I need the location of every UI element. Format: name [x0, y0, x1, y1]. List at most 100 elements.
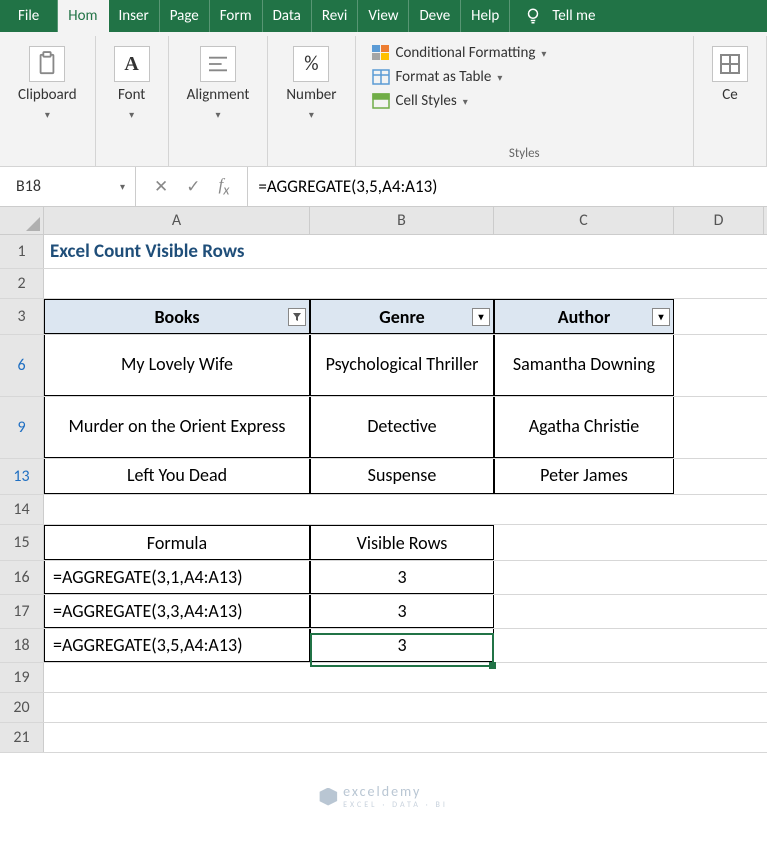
tab-home[interactable]: Hom [58, 0, 108, 32]
row-header[interactable]: 9 [0, 397, 44, 458]
cell[interactable] [44, 723, 310, 752]
cell[interactable]: Excel Count Visible Rows [44, 235, 310, 268]
cell[interactable] [310, 693, 494, 722]
row-header[interactable]: 16 [0, 561, 44, 594]
cell[interactable] [674, 335, 764, 396]
row-header[interactable]: 18 [0, 629, 44, 662]
format-as-table-button[interactable]: Format as Table ▾ [372, 68, 547, 86]
col-header-C[interactable]: C [494, 207, 674, 234]
tab-review[interactable]: Revi [312, 0, 359, 32]
cell[interactable] [310, 495, 494, 524]
number-button[interactable]: % Number ▾ [278, 42, 344, 125]
cell[interactable]: =AGGREGATE(3,3,A4:A13) [44, 595, 310, 628]
cell[interactable]: Left You Dead [44, 459, 310, 494]
filter-dropdown-icon[interactable]: ▾ [472, 308, 490, 326]
cell[interactable] [674, 561, 764, 594]
cell[interactable] [674, 299, 764, 334]
table-header-books[interactable]: Books [44, 299, 310, 334]
cell[interactable]: Agatha Christie [494, 397, 674, 458]
cell[interactable] [494, 595, 674, 628]
tab-developer[interactable]: Deve [409, 0, 461, 32]
cell[interactable] [494, 693, 674, 722]
cell[interactable] [310, 269, 494, 298]
insert-function-button[interactable]: fx [219, 175, 230, 198]
cell[interactable] [44, 693, 310, 722]
cell[interactable] [494, 235, 674, 268]
row-header[interactable]: 3 [0, 299, 44, 334]
cell[interactable]: Psychological Thriller [310, 335, 494, 396]
cell[interactable] [494, 561, 674, 594]
cell[interactable] [44, 269, 310, 298]
cell[interactable] [494, 723, 674, 752]
conditional-formatting-button[interactable]: Conditional Formatting ▾ [372, 44, 547, 62]
col-header-A[interactable]: A [44, 207, 310, 234]
row-header[interactable]: 6 [0, 335, 44, 396]
cell[interactable] [674, 495, 764, 524]
cell[interactable] [674, 663, 764, 692]
enter-formula-button[interactable]: ✓ [186, 176, 200, 197]
cell[interactable] [494, 269, 674, 298]
col-header-B[interactable]: B [310, 207, 494, 234]
tab-view[interactable]: View [358, 0, 409, 32]
row-header[interactable]: 2 [0, 269, 44, 298]
cell[interactable]: Suspense [310, 459, 494, 494]
font-button[interactable]: A Font ▾ [106, 42, 158, 125]
cell[interactable] [310, 235, 494, 268]
cell[interactable] [494, 663, 674, 692]
cell[interactable]: 3 [310, 561, 494, 594]
cell[interactable]: My Lovely Wife [44, 335, 310, 396]
cell[interactable]: Visible Rows [310, 525, 494, 560]
cell[interactable]: Detective [310, 397, 494, 458]
tab-insert[interactable]: Inser [109, 0, 160, 32]
cell[interactable]: =AGGREGATE(3,5,A4:A13) [44, 629, 310, 662]
cell[interactable]: Formula [44, 525, 310, 560]
row-header[interactable]: 21 [0, 723, 44, 752]
cell[interactable] [674, 269, 764, 298]
clipboard-button[interactable]: Clipboard ▾ [10, 42, 85, 125]
tab-formulas[interactable]: Form [210, 0, 263, 32]
cell[interactable] [674, 723, 764, 752]
row-header[interactable]: 13 [0, 459, 44, 494]
tab-page-layout[interactable]: Page [160, 0, 210, 32]
cell-selected[interactable]: 3 [310, 629, 494, 662]
cell[interactable]: Samantha Downing [494, 335, 674, 396]
row-header[interactable]: 14 [0, 495, 44, 524]
cell[interactable] [44, 495, 310, 524]
select-all-corner[interactable] [0, 207, 44, 234]
filter-active-icon[interactable] [288, 308, 306, 326]
cell[interactable] [674, 525, 764, 560]
col-header-D[interactable]: D [674, 207, 764, 234]
formula-input[interactable] [248, 176, 767, 197]
cell[interactable]: =AGGREGATE(3,1,A4:A13) [44, 561, 310, 594]
cell[interactable] [310, 723, 494, 752]
tell-me-search[interactable]: Tell me [548, 0, 605, 32]
cell[interactable] [674, 595, 764, 628]
cell[interactable]: 3 [310, 595, 494, 628]
row-header[interactable]: 15 [0, 525, 44, 560]
cell-styles-button[interactable]: Cell Styles ▾ [372, 92, 547, 110]
alignment-button[interactable]: Alignment ▾ [179, 42, 258, 125]
name-box[interactable]: B18 ▾ [6, 167, 136, 206]
tab-help[interactable]: Help [461, 0, 510, 32]
cell[interactable] [674, 459, 764, 494]
row-header[interactable]: 19 [0, 663, 44, 692]
cell[interactable] [494, 495, 674, 524]
tab-file[interactable]: File [0, 0, 58, 32]
cell[interactable]: Peter James [494, 459, 674, 494]
cell[interactable] [674, 235, 764, 268]
row-header[interactable]: 1 [0, 235, 44, 268]
table-header-author[interactable]: Author ▾ [494, 299, 674, 334]
cell[interactable] [44, 663, 310, 692]
row-header[interactable]: 17 [0, 595, 44, 628]
cells-button[interactable]: Ce [704, 42, 756, 108]
cell[interactable] [674, 629, 764, 662]
row-header[interactable]: 20 [0, 693, 44, 722]
filter-dropdown-icon[interactable]: ▾ [652, 308, 670, 326]
cell[interactable]: Murder on the Orient Express [44, 397, 310, 458]
cell[interactable] [494, 525, 674, 560]
cell[interactable] [310, 663, 494, 692]
cell[interactable] [674, 693, 764, 722]
table-header-genre[interactable]: Genre ▾ [310, 299, 494, 334]
cell[interactable] [494, 629, 674, 662]
cancel-formula-button[interactable]: ✕ [154, 176, 168, 197]
